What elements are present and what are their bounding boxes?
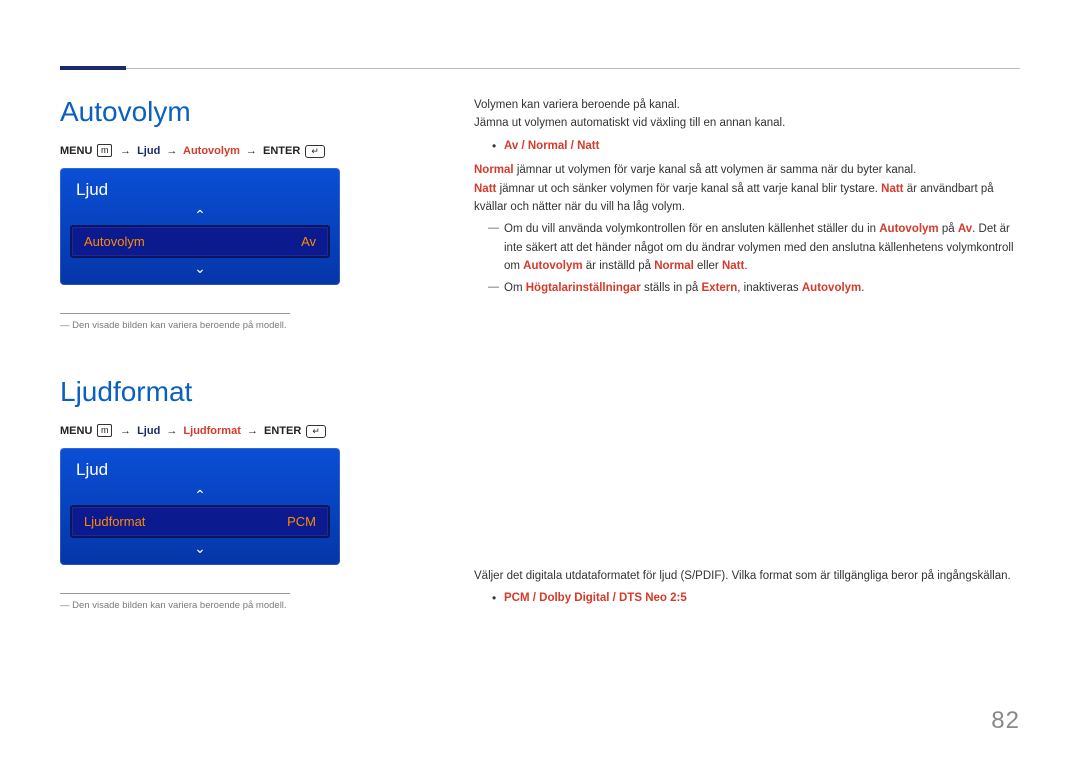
heading-autovolym: Autovolym — [60, 96, 420, 128]
menu-label: MENU — [60, 425, 92, 437]
arrow-icon: → — [166, 425, 177, 437]
top-rule-accent — [60, 66, 126, 70]
arrow-icon: → — [166, 145, 177, 157]
body-line: Jämna ut volymen automatiskt vid växling… — [474, 114, 1020, 132]
option-line: PCM / Dolby Digital / DTS Neo 2:5 — [474, 589, 1020, 607]
divider — [60, 593, 290, 594]
option-values: PCM / Dolby Digital / DTS Neo 2:5 — [504, 592, 687, 604]
arrow-icon: → — [120, 425, 131, 437]
osd-panel-autovolym: Ljud ⌃ Autovolym Av ⌄ — [60, 168, 340, 285]
divider — [60, 313, 290, 314]
enter-icon: ↵ — [306, 425, 326, 438]
menu-label: MENU — [60, 145, 92, 157]
osd-row-autovolym[interactable]: Autovolym Av — [70, 225, 330, 258]
normal-desc: Normal jämnar ut volymen för varje kanal… — [474, 161, 1020, 179]
section2-body: Väljer det digitala utdataformatet för l… — [474, 567, 1020, 608]
option-values: Av / Normal / Natt — [504, 140, 599, 152]
arrow-icon: → — [246, 145, 257, 157]
menu-path-ljudformat: MENU m → Ljud → Ljudformat → ENTER ↵ — [60, 424, 420, 438]
menu-path-autovolym: MENU m → Ljud → Autovolym → ENTER ↵ — [60, 144, 420, 158]
chevron-down-icon[interactable]: ⌄ — [194, 261, 206, 275]
osd-title: Ljud — [60, 168, 340, 206]
manual-page: Autovolym MENU m → Ljud → Autovolym → EN… — [0, 0, 1080, 763]
osd-item-label: Ljudformat — [84, 514, 145, 529]
body-line: Volymen kan variera beroende på kanal. — [474, 96, 1020, 114]
note-1: Om du vill använda volymkontrollen för e… — [474, 220, 1020, 275]
heading-ljudformat: Ljudformat — [60, 376, 420, 408]
osd-title: Ljud — [60, 448, 340, 486]
section-ljudformat: Ljudformat MENU m → Ljud → Ljudformat → … — [60, 376, 420, 611]
arrow-icon: → — [120, 145, 131, 157]
enter-icon: ↵ — [305, 145, 325, 158]
page-number: 82 — [991, 707, 1020, 735]
osd-item-value: Av — [301, 234, 316, 249]
osd-item-label: Autovolym — [84, 234, 145, 249]
option-line: Av / Normal / Natt — [474, 137, 1020, 155]
osd-panel-ljudformat: Ljud ⌃ Ljudformat PCM ⌄ — [60, 448, 340, 565]
path-step-ljudformat: Ljudformat — [183, 425, 240, 437]
body-line: Väljer det digitala utdataformatet för l… — [474, 567, 1020, 585]
chevron-up-icon[interactable]: ⌃ — [194, 208, 206, 222]
enter-label: ENTER — [264, 425, 301, 437]
chevron-up-icon[interactable]: ⌃ — [194, 488, 206, 502]
chevron-down-icon[interactable]: ⌄ — [194, 541, 206, 555]
arrow-icon: → — [247, 425, 258, 437]
osd-item-value: PCM — [287, 514, 316, 529]
path-step-ljud: Ljud — [137, 425, 160, 437]
path-step-autovolym: Autovolym — [183, 145, 240, 157]
image-disclaimer: ― Den visade bilden kan variera beroende… — [60, 600, 420, 611]
enter-label: ENTER — [263, 145, 300, 157]
left-column: Autovolym MENU m → Ljud → Autovolym → EN… — [60, 96, 420, 627]
osd-row-ljudformat[interactable]: Ljudformat PCM — [70, 505, 330, 538]
image-disclaimer: ― Den visade bilden kan variera beroende… — [60, 320, 420, 331]
natt-desc: Natt jämnar ut och sänker volymen för va… — [474, 180, 1020, 217]
note-2: Om Högtalarinställningar ställs in på Ex… — [474, 279, 1020, 297]
top-rule — [60, 68, 1020, 69]
section-autovolym: Autovolym MENU m → Ljud → Autovolym → EN… — [60, 96, 420, 331]
menu-icon: m — [97, 144, 112, 157]
path-step-ljud: Ljud — [137, 145, 160, 157]
section1-body: Volymen kan variera beroende på kanal. J… — [474, 96, 1020, 297]
right-column: Volymen kan variera beroende på kanal. J… — [474, 96, 1020, 627]
menu-icon: m — [97, 424, 112, 437]
